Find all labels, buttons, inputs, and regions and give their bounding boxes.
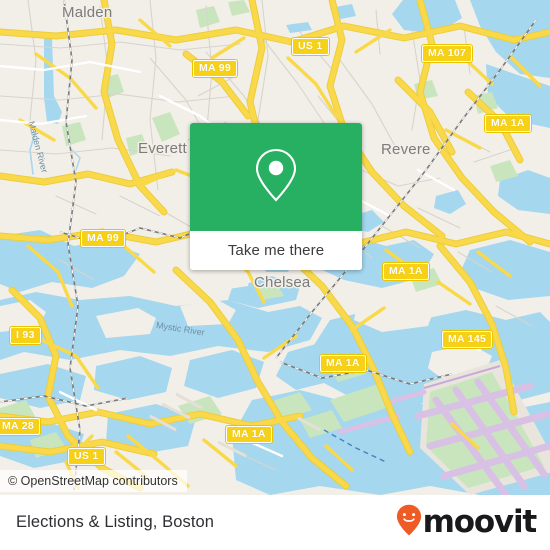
moovit-wordmark: moovit: [422, 504, 538, 540]
highway-shield-ma-145[interactable]: MA 145: [440, 330, 494, 349]
map-attribution[interactable]: © OpenStreetMap contributors: [0, 470, 187, 492]
highway-shield-us-1-south[interactable]: US 1: [67, 447, 106, 466]
highway-shield-ma-1a-lower[interactable]: MA 1A: [319, 354, 367, 373]
footer-bar: Elections & Listing, Boston moovit: [0, 495, 550, 550]
location-pin-icon: [252, 146, 300, 209]
highway-shield-ma-99-west[interactable]: MA 99: [79, 229, 127, 248]
map-screen: .w { fill:#a5d7ee; } .land { fill:#f2efe…: [0, 0, 550, 550]
highway-shield-ma-99-north[interactable]: MA 99: [191, 59, 239, 78]
take-me-there-button[interactable]: Take me there: [190, 231, 362, 270]
highway-shield-ma-1a-north[interactable]: MA 1A: [484, 114, 532, 133]
highway-shield-ma-28[interactable]: MA 28: [0, 417, 42, 436]
highway-shield-us-1-north[interactable]: US 1: [291, 37, 330, 56]
card-image-placeholder: [190, 123, 362, 231]
location-info-card[interactable]: Take me there: [190, 123, 362, 270]
moovit-logo[interactable]: moovit: [396, 504, 538, 541]
moovit-pin-icon: [396, 504, 422, 541]
highway-shield-i-93[interactable]: I 93: [9, 326, 42, 345]
highway-shield-ma-1a-south[interactable]: MA 1A: [225, 425, 273, 444]
highway-shield-ma-107[interactable]: MA 107: [420, 44, 474, 63]
page-title: Elections & Listing, Boston: [16, 513, 215, 531]
highway-shield-ma-1a-mid[interactable]: MA 1A: [382, 262, 430, 281]
